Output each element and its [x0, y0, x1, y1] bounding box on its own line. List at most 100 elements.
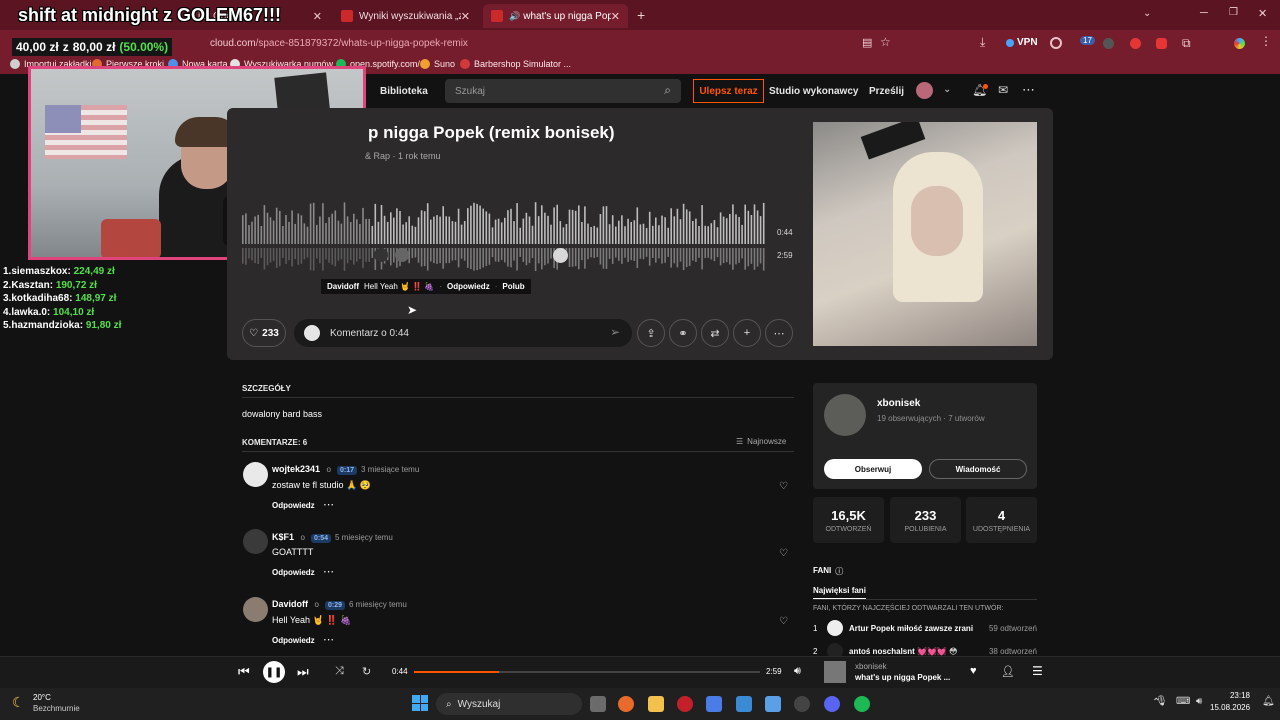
now-playing-artist[interactable]: xbonisek [855, 662, 887, 671]
url-field[interactable]: cloud.com/space-851879372/whats-up-nigga… [200, 33, 900, 53]
fan-row[interactable]: 1 Artur Popek miłość zawsze zrani 59 odt… [813, 620, 1037, 636]
reader-mode-icon[interactable]: ▤ [862, 36, 872, 49]
taskbar-search[interactable]: ⌕ Wyszukaj [436, 693, 582, 715]
share-button[interactable]: ⇪ [637, 319, 665, 347]
comment-user[interactable]: K$F1 [272, 532, 294, 542]
upgrade-button[interactable]: Ulepsz teraz [693, 79, 764, 103]
discord-icon[interactable] [824, 696, 840, 712]
follow-user-icon[interactable]: 👤︎ [1001, 665, 1015, 678]
app-icon[interactable] [706, 696, 722, 712]
comment-input[interactable]: Komentarz o 0:44 ➢ [294, 319, 632, 347]
tooltip-like[interactable]: Polub [502, 282, 524, 291]
artist-avatar[interactable] [824, 394, 866, 436]
comment-avatar[interactable] [243, 529, 268, 554]
speaker-icon[interactable]: 🔊︎ [1196, 696, 1202, 707]
notifications-icon[interactable]: 🔔︎ [1262, 696, 1275, 707]
info-icon[interactable]: ⓘ [835, 566, 843, 577]
task-view-icon[interactable] [590, 696, 606, 712]
search-input[interactable]: Szukaj ⌕ [445, 79, 681, 103]
nav-library[interactable]: Biblioteka [380, 86, 428, 97]
artist-name[interactable]: xbonisek [877, 398, 920, 409]
download-icon[interactable]: ⤓ [980, 35, 985, 50]
comment-timestamp[interactable]: 0:29 [324, 601, 345, 610]
minimize-icon[interactable]: ─ [1200, 7, 1208, 19]
shuffle-icon[interactable]: ⤨ [335, 665, 344, 678]
messages-envelope-icon[interactable]: ✉ [998, 83, 1008, 97]
extensions-puzzle-icon[interactable]: ⧉ [1182, 36, 1191, 51]
spotify-icon[interactable] [854, 696, 870, 712]
microphone-icon[interactable]: 🎙︎ [1155, 696, 1168, 707]
new-tab-button[interactable]: + [637, 7, 645, 23]
pause-button[interactable]: ❚❚ [263, 661, 285, 683]
tab-list-chevron-icon[interactable]: ⌄ [1143, 8, 1151, 19]
chevron-down-icon[interactable]: ⌄ [943, 84, 951, 95]
comment-avatar[interactable] [243, 597, 268, 622]
file-explorer-icon[interactable] [648, 696, 664, 712]
bookmark-star-icon[interactable]: ☆ [880, 35, 891, 49]
comment-reply[interactable]: Odpowiedz [272, 568, 315, 577]
sort-dropdown[interactable]: ☰ Najnowsze [736, 437, 786, 446]
youtube-extension-icon[interactable] [1130, 38, 1141, 49]
bookmark-suno[interactable]: Suno [420, 59, 455, 69]
heart-icon[interactable]: ♡ [779, 616, 788, 627]
now-playing-title[interactable]: what's up nigga Popek ... [855, 673, 950, 682]
more-options-icon[interactable]: ⋯ [323, 498, 334, 511]
repost-button[interactable]: ⇄ [701, 319, 729, 347]
tooltip-user[interactable]: Davidoff [327, 282, 359, 291]
vpn-button[interactable]: VPN [1006, 37, 1038, 48]
send-icon[interactable]: ➢ [610, 325, 620, 339]
user-avatar[interactable] [916, 82, 933, 99]
comment-timestamp[interactable]: 0:54 [310, 534, 331, 543]
heart-icon[interactable]: ♡ [779, 481, 788, 492]
comment-reply[interactable]: Odpowiedz [272, 636, 315, 645]
firefox-icon[interactable] [618, 696, 634, 712]
message-button[interactable]: Wiadomość [929, 459, 1027, 479]
next-track-icon[interactable]: ⏭ [297, 664, 309, 680]
heart-icon[interactable]: ♡ [779, 548, 788, 559]
extension-icon[interactable] [1103, 38, 1114, 49]
search-icon[interactable]: ⌕ [664, 83, 671, 98]
more-options-icon[interactable]: ⋯ [1022, 82, 1035, 98]
tab-top-fans[interactable]: Najwięksi fani [813, 586, 866, 599]
tab-search-results[interactable]: Wyniki wyszukiwania „zbonisek ✕ [333, 4, 478, 28]
close-icon[interactable]: ✕ [313, 10, 322, 23]
profile-icon[interactable] [1234, 38, 1245, 49]
queue-icon[interactable]: ☰ [1032, 664, 1043, 678]
comment-reply[interactable]: Odpowiedz [272, 501, 315, 510]
tab-active-track[interactable]: 🔊 what's up nigga Popek (remi ✕ [483, 4, 628, 28]
close-icon[interactable]: ✕ [611, 10, 620, 23]
previous-track-icon[interactable]: ⏮ [238, 664, 250, 680]
account-icon[interactable] [1050, 37, 1062, 49]
comment-avatar[interactable] [243, 462, 268, 487]
weather-temp[interactable]: 20°C [33, 693, 51, 702]
add-to-playlist-button[interactable]: + [733, 319, 761, 347]
now-playing-artwork[interactable] [824, 661, 846, 683]
comment-avatar-marker[interactable] [395, 248, 409, 262]
more-options-icon[interactable]: ⋯ [323, 565, 334, 578]
extension-icon[interactable] [1156, 38, 1167, 49]
like-heart-icon[interactable]: ♥ [970, 665, 977, 677]
comment-avatar-marker[interactable] [553, 248, 568, 263]
calculator-icon[interactable] [736, 696, 752, 712]
steam-icon[interactable] [794, 696, 810, 712]
clock-time[interactable]: 23:18 [1212, 691, 1250, 700]
nav-upload[interactable]: Prześlij [869, 86, 904, 97]
waveform[interactable] [242, 198, 766, 284]
menu-kebab-icon[interactable]: ⋮ [1260, 34, 1272, 48]
comment-user[interactable]: wojtek2341 [272, 464, 320, 474]
network-icon[interactable]: ⌨ [1176, 696, 1190, 707]
player-progress[interactable] [414, 671, 760, 673]
close-icon[interactable]: ✕ [461, 10, 470, 23]
window-close-icon[interactable]: ✕ [1258, 7, 1267, 20]
bookmark-barbershop[interactable]: Barbershop Simulator ... [460, 59, 571, 69]
opera-icon[interactable] [677, 696, 693, 712]
start-windows-icon[interactable] [412, 695, 428, 711]
more-button[interactable]: ⋯ [765, 319, 793, 347]
more-options-icon[interactable]: ⋯ [323, 633, 334, 646]
genre-tag[interactable]: & Rap [365, 151, 390, 161]
comment-user[interactable]: Davidoff [272, 599, 308, 609]
tooltip-reply[interactable]: Odpowiedz [447, 282, 490, 291]
extension-badge[interactable]: 17 [1080, 36, 1095, 45]
store-icon[interactable] [765, 696, 781, 712]
follow-button[interactable]: Obserwuj [824, 459, 922, 479]
